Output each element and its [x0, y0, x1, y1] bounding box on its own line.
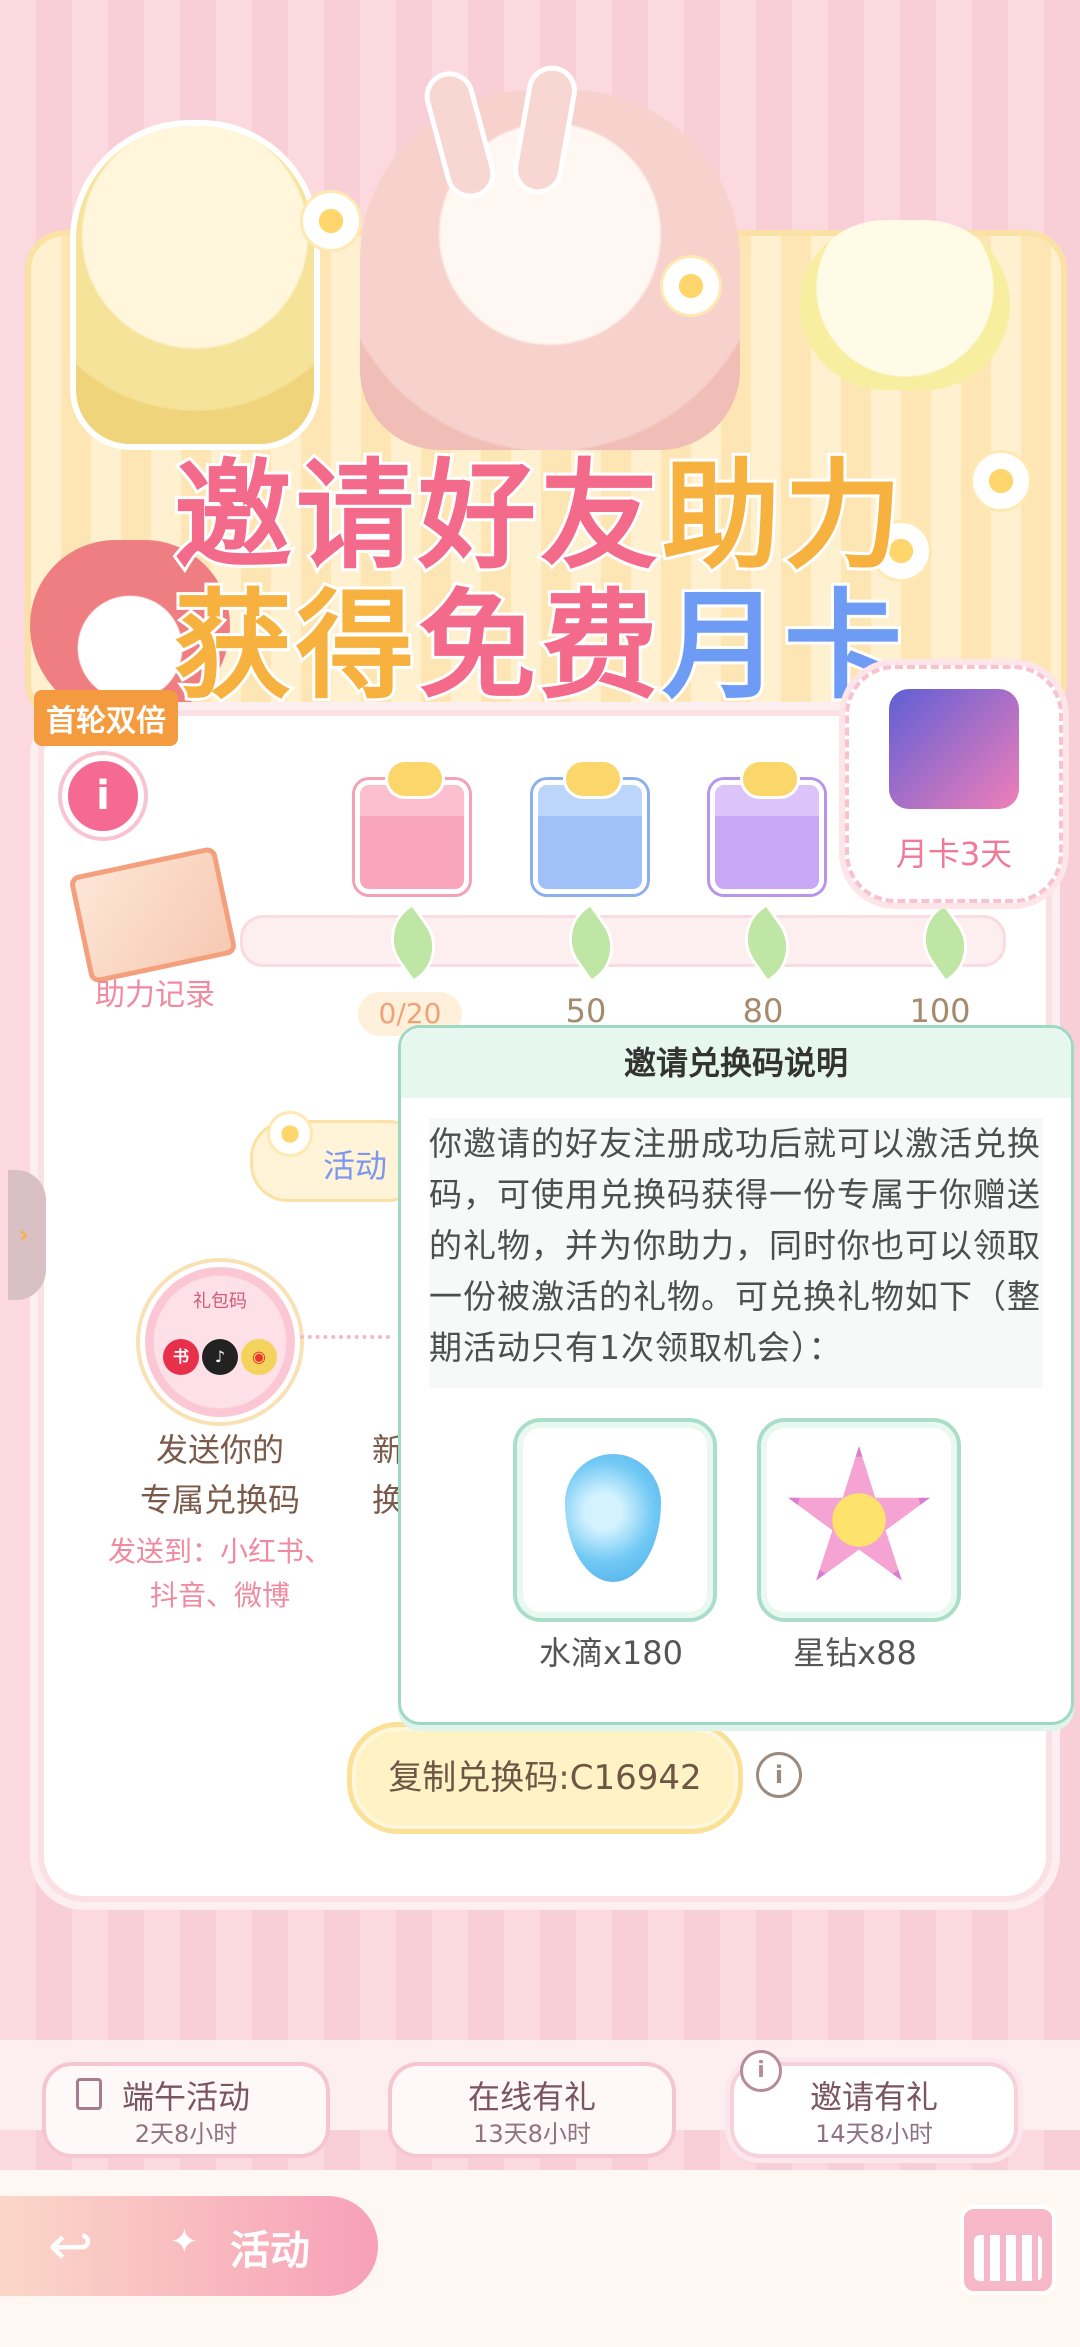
copy-info-icon[interactable]: i	[756, 1752, 802, 1798]
tab-online-gift[interactable]: 在线有礼 13天8小时	[388, 2062, 676, 2158]
gift-code-step-icon: 礼包码 书 ♪ ◉	[140, 1262, 300, 1422]
girl-character-left	[70, 120, 320, 450]
tab-invite-gift[interactable]: i 邀请有礼 14天8小时	[730, 2050, 1018, 2158]
step1-subtitle: 发送到：小红书、 抖音、微博	[107, 1535, 332, 1612]
tab-dragon-boat-event[interactable]: 端午活动 2天8小时	[42, 2062, 330, 2158]
back-arrow-icon[interactable]: ↩	[48, 2218, 104, 2274]
flower-decoration	[660, 255, 722, 317]
flower-decoration	[300, 190, 362, 252]
side-drawer-tab[interactable]: ›	[8, 1170, 46, 1300]
flower-icon	[267, 1111, 313, 1157]
gift-box-icon[interactable]	[355, 759, 469, 894]
gift-star-diamond-label: 星钻x88	[793, 1634, 917, 1672]
gift-water-drop-label: 水滴x180	[538, 1634, 684, 1672]
gift-code-icon-text: 礼包码	[193, 1291, 247, 1312]
monthly-card-label: 月卡3天	[895, 835, 1013, 873]
popup-title: 邀请兑换码说明	[401, 1028, 1071, 1098]
calendar-icon[interactable]	[960, 2205, 1056, 2295]
info-button[interactable]: i	[62, 755, 144, 837]
progress-track	[240, 915, 1006, 967]
gift-water-drop	[513, 1418, 717, 1622]
weibo-icon: ◉	[241, 1339, 277, 1375]
chick-mascot	[800, 220, 1010, 390]
activity-back-button[interactable]: ↩ ✦ 活动	[0, 2196, 378, 2296]
gift-star-diamond	[757, 1418, 961, 1622]
invite-code-popup: 邀请兑换码说明 你邀请的好友注册成功后就可以激活兑换 码，可使用兑换码获得一份专…	[398, 1025, 1074, 1725]
copy-code-button[interactable]: 复制兑换码:C16942	[347, 1722, 743, 1834]
gift-box-icon[interactable]	[710, 759, 824, 894]
sparkle-icon: ✦	[170, 2222, 199, 2262]
star-diamond-icon	[787, 1446, 931, 1581]
step-connector	[300, 1335, 390, 1339]
monthly-card-reward[interactable]: 月卡3天	[845, 665, 1063, 903]
assist-record-label[interactable]: 助力记录	[95, 970, 215, 1014]
water-drop-icon	[565, 1454, 661, 1582]
douyin-icon: ♪	[202, 1339, 238, 1375]
activity-label: 活动	[230, 2228, 310, 2274]
xiaohongshu-icon: 书	[163, 1339, 199, 1375]
gift-box-icon[interactable]	[533, 759, 647, 894]
monthly-card-icon	[889, 689, 1019, 809]
activity-rules-label: 活动	[323, 1147, 388, 1185]
popup-description: 你邀请的好友注册成功后就可以激活兑换 码，可使用兑换码获得一份专属于你赠送 的礼…	[429, 1118, 1043, 1388]
double-reward-badge: 首轮双倍	[34, 690, 178, 746]
step1-title: 发送你的 专属兑换码	[139, 1431, 300, 1519]
